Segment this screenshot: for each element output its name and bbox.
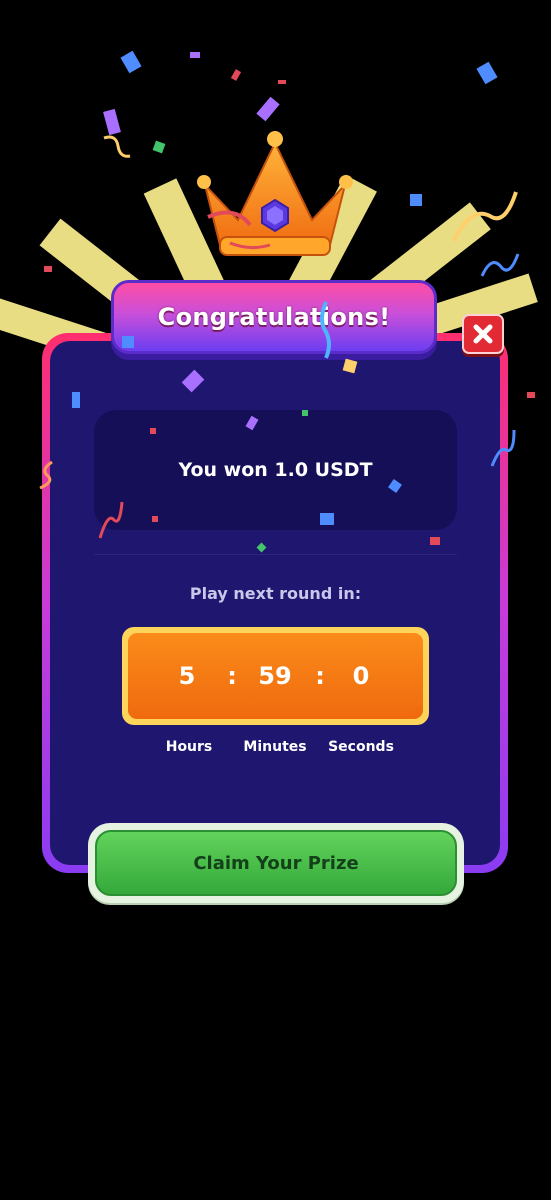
confetti-piece xyxy=(476,61,498,85)
confetti-piece xyxy=(278,80,286,84)
confetti-piece xyxy=(190,52,200,58)
streamer-decoration xyxy=(320,301,331,359)
confetti-piece xyxy=(152,516,158,522)
streamer-decoration xyxy=(452,191,518,242)
dialog-title: Congratulations! xyxy=(157,303,391,331)
countdown-display: 5 : 59 : 0 xyxy=(128,633,423,719)
claim-prize-button[interactable]: Claim Your Prize xyxy=(95,830,457,896)
prize-text: You won 1.0 USDT xyxy=(178,459,373,481)
hours-label: Hours xyxy=(165,739,213,755)
confetti-piece xyxy=(120,50,142,74)
prize-box: You won 1.0 USDT xyxy=(94,410,457,530)
confetti-piece xyxy=(152,140,166,154)
confetti-piece xyxy=(256,96,280,122)
confetti-piece xyxy=(410,194,422,206)
streamer-decoration xyxy=(39,460,53,490)
confetti-piece xyxy=(430,537,440,545)
confetti-piece xyxy=(320,513,334,525)
close-icon xyxy=(473,324,493,344)
timer-separator: : xyxy=(227,662,237,690)
minutes-label: Minutes xyxy=(243,739,307,755)
confetti-piece xyxy=(72,392,80,408)
close-button[interactable] xyxy=(462,314,504,354)
confetti-piece xyxy=(122,336,134,348)
streamer-decoration xyxy=(103,135,131,158)
crown-icon xyxy=(197,131,353,256)
seconds-label: Seconds xyxy=(328,739,394,755)
streamer-decoration xyxy=(480,253,520,277)
claim-button-frame: Claim Your Prize xyxy=(88,823,464,903)
timer-seconds: 0 xyxy=(352,662,370,690)
confetti-piece xyxy=(150,428,156,434)
title-banner: Congratulations! xyxy=(111,280,437,354)
divider xyxy=(94,554,457,555)
confetti-piece xyxy=(527,392,535,398)
next-round-label: Play next round in: xyxy=(189,584,362,603)
streamer-decoration xyxy=(490,429,516,467)
timer-separator: : xyxy=(315,662,325,690)
timer-hours: 5 xyxy=(178,662,196,690)
confetti-piece xyxy=(302,410,308,416)
streamer-decoration xyxy=(98,501,124,539)
countdown-timer: 5 : 59 : 0 xyxy=(122,627,429,725)
confetti-piece xyxy=(230,69,242,81)
timer-minutes: 59 xyxy=(258,662,292,690)
confetti-piece xyxy=(44,266,52,272)
